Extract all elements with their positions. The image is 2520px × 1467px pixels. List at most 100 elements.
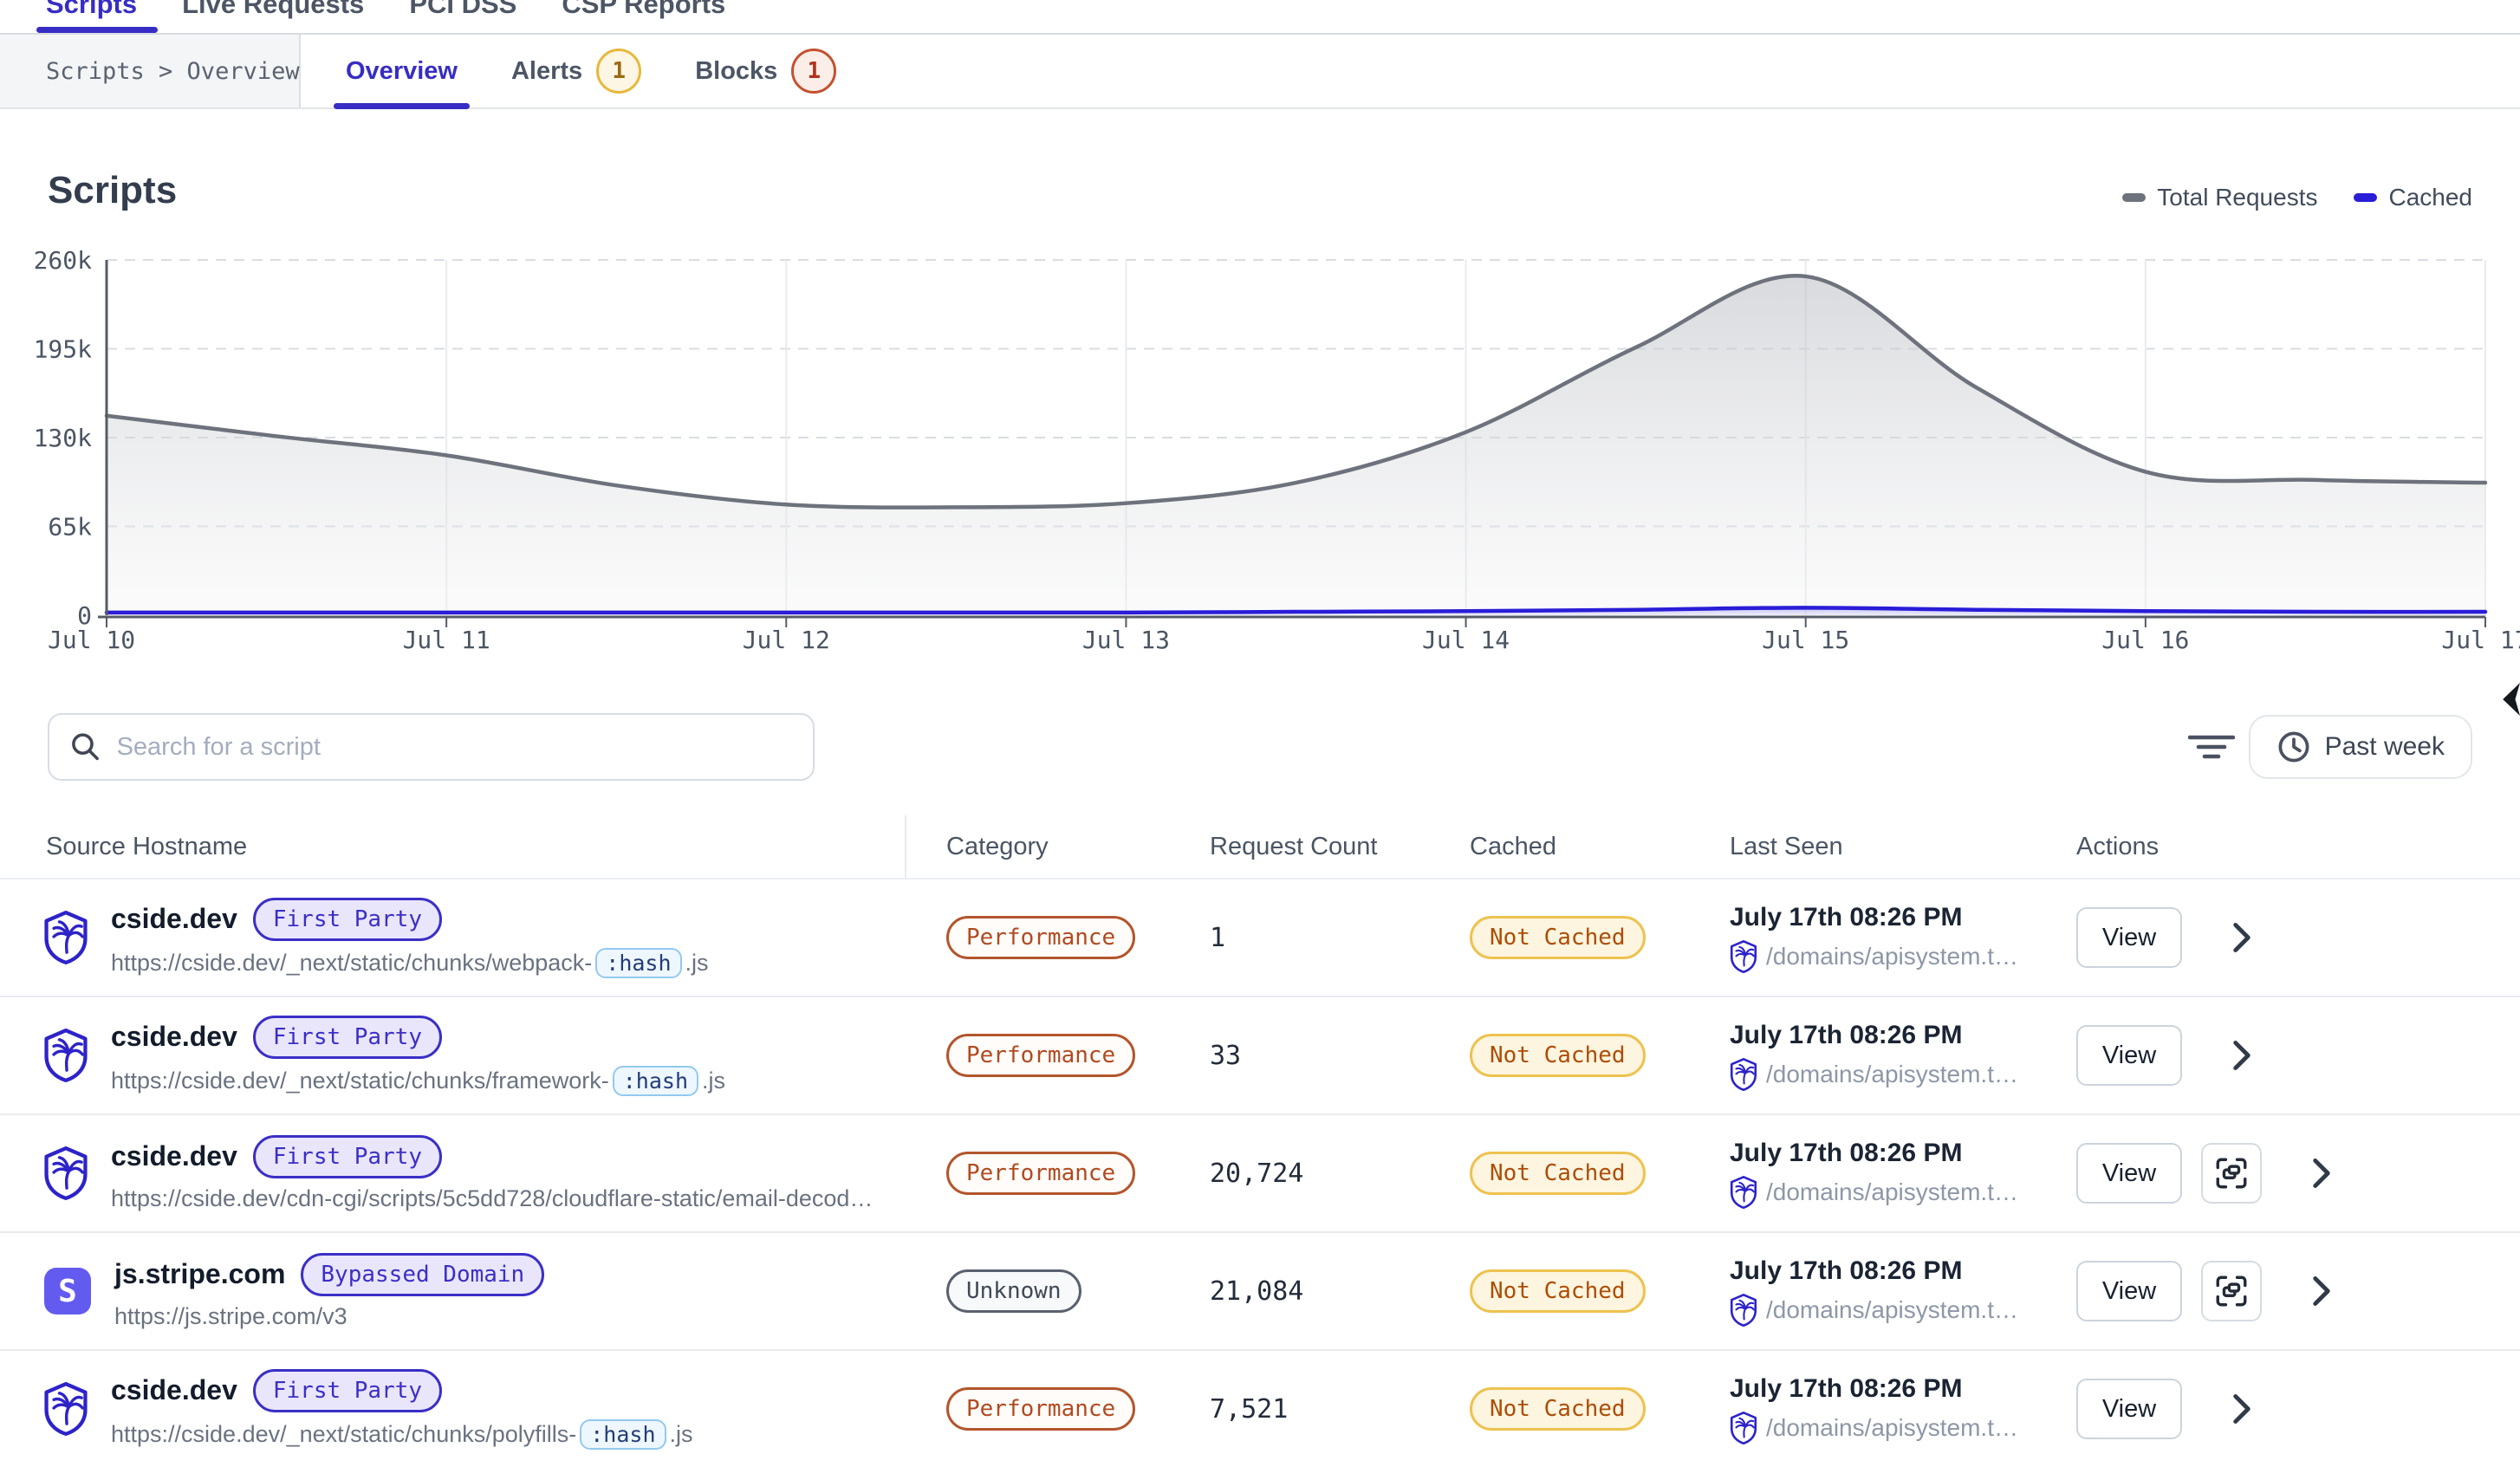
palm-shield-icon [43, 911, 88, 964]
hash-chip: :hash [595, 948, 681, 978]
hash-chip: :hash [613, 1066, 698, 1096]
last-seen-time: July 17th 08:26 PM [1730, 1139, 1962, 1168]
row-expand-chevron[interactable] [2232, 1394, 2251, 1424]
legend-cached[interactable]: Cached [2354, 184, 2472, 211]
blocks-count-badge: 1 [791, 49, 836, 94]
hostname: js.stripe.com [114, 1258, 285, 1290]
svg-text:Jul 13: Jul 13 [1082, 626, 1170, 654]
table-row[interactable]: S js.stripe.com Bypassed Domain https://… [0, 1233, 2520, 1351]
last-seen-path[interactable]: /domains/apisystem.t… [1766, 1061, 2018, 1088]
svg-text:65k: 65k [48, 513, 92, 542]
breadcrumb[interactable]: Scripts > Overview [46, 58, 300, 85]
last-seen-path[interactable]: /domains/apisystem.t… [1766, 1414, 2018, 1442]
last-seen-path[interactable]: /domains/apisystem.t… [1766, 943, 2018, 970]
col-cached: Cached [1430, 815, 1690, 878]
palm-shield-icon [43, 1029, 88, 1082]
cached-swatch [2354, 193, 2377, 202]
palm-shield-icon [1730, 1294, 1757, 1327]
palm-shield-icon [1730, 1412, 1757, 1444]
request-count: 20,724 [1210, 1159, 1303, 1189]
mouse-cursor [2501, 683, 2520, 716]
sub-nav: Scripts > Overview Overview Alerts 1 Blo… [0, 35, 2520, 109]
script-url: https://cside.dev/_next/static/chunks/po… [111, 1419, 693, 1450]
host-type-badge: First Party [253, 898, 442, 941]
category-cell: Performance [906, 1351, 1170, 1467]
actions-cell: View [2036, 1233, 2520, 1349]
nav-item-pci-dss[interactable]: PCI DSS [409, 0, 516, 20]
svg-text:Jul 17: Jul 17 [2441, 626, 2520, 654]
view-button[interactable]: View [2076, 907, 2182, 968]
script-search-box [48, 713, 815, 781]
category-badge: Performance [946, 1034, 1135, 1077]
last-seen-cell: July 17th 08:26 PM /domains/apisystem.t… [1690, 997, 2036, 1113]
category-cell: Performance [906, 997, 1170, 1113]
table-row[interactable]: S cside.dev First Party https://cside.de… [0, 880, 2520, 997]
tab-overview[interactable]: Overview [334, 35, 470, 107]
view-button[interactable]: View [2076, 1379, 2182, 1439]
total-requests-swatch [2122, 193, 2146, 202]
time-range-button[interactable]: Past week [2249, 715, 2472, 779]
last-seen-path[interactable]: /domains/apisystem.t… [1766, 1178, 2018, 1206]
cached-cell: Not Cached [1430, 1115, 1690, 1231]
scripts-table-body: S cside.dev First Party https://cside.de… [0, 880, 2520, 1467]
actions-cell: View [2036, 997, 2520, 1113]
scan-button[interactable] [2201, 1261, 2262, 1321]
hostname: cside.dev [111, 1374, 237, 1406]
cached-cell: Not Cached [1430, 997, 1690, 1113]
filter-button[interactable] [2185, 720, 2238, 774]
tab-blocks[interactable]: Blocks 1 [683, 35, 848, 107]
view-button[interactable]: View [2076, 1143, 2182, 1204]
last-seen-cell: July 17th 08:26 PM /domains/apisystem.t… [1690, 1233, 2036, 1349]
actions-cell: View [2036, 880, 2520, 996]
view-button[interactable]: View [2076, 1261, 2182, 1321]
hostname: cside.dev [111, 903, 237, 935]
requests-chart: 065k130k195k260kJul 10Jul 11Jul 12Jul 13… [0, 217, 2520, 663]
category-badge: Performance [946, 1387, 1135, 1431]
source-hostname-cell: S cside.dev First Party https://cside.de… [0, 880, 906, 996]
col-category: Category [906, 815, 1170, 878]
request-count-cell: 21,084 [1170, 1233, 1430, 1349]
col-request-count: Request Count [1170, 815, 1430, 878]
cached-badge: Not Cached [1470, 1152, 1646, 1195]
request-count-cell: 1 [1170, 880, 1430, 996]
search-input[interactable] [117, 733, 792, 762]
row-expand-chevron[interactable] [2232, 1041, 2251, 1070]
nav-item-scripts[interactable]: Scripts [46, 0, 137, 20]
actions-cell: View [2036, 1115, 2520, 1231]
tab-alerts[interactable]: Alerts 1 [499, 35, 653, 107]
scan-button[interactable] [2201, 1143, 2262, 1204]
nav-item-csp-reports[interactable]: CSP Reports [562, 0, 725, 20]
chart-legend: Total Requests Cached [2122, 184, 2472, 213]
request-count: 1 [1210, 923, 1225, 953]
time-range-label: Past week [2325, 732, 2445, 762]
scan-icon [2213, 1155, 2250, 1191]
source-hostname-cell: S cside.dev First Party https://cside.de… [0, 1115, 906, 1231]
row-expand-chevron[interactable] [2312, 1276, 2331, 1306]
cached-badge: Not Cached [1470, 1269, 1646, 1313]
nav-item-live-requests[interactable]: Live Requests [182, 0, 364, 20]
hash-chip: :hash [580, 1419, 666, 1450]
last-seen-cell: July 17th 08:26 PM /domains/apisystem.t… [1690, 1115, 2036, 1231]
row-expand-chevron[interactable] [2312, 1159, 2331, 1188]
palm-shield-icon [1730, 940, 1757, 973]
table-row[interactable]: S cside.dev First Party https://cside.de… [0, 1115, 2520, 1233]
svg-text:195k: 195k [34, 335, 93, 364]
table-row[interactable]: S cside.dev First Party https://cside.de… [0, 1351, 2520, 1467]
view-button[interactable]: View [2076, 1025, 2182, 1086]
table-header: Source Hostname Category Request Count C… [0, 815, 2520, 880]
request-count: 33 [1210, 1041, 1241, 1071]
table-row[interactable]: S cside.dev First Party https://cside.de… [0, 997, 2520, 1115]
svg-text:Jul 15: Jul 15 [1762, 626, 1849, 654]
source-hostname-cell: S cside.dev First Party https://cside.de… [0, 1351, 906, 1467]
last-seen-time: July 17th 08:26 PM [1730, 903, 1962, 932]
source-hostname-cell: S cside.dev First Party https://cside.de… [0, 997, 906, 1113]
row-expand-chevron[interactable] [2232, 923, 2251, 952]
active-nav-underline [36, 27, 158, 33]
request-count: 7,521 [1210, 1394, 1288, 1425]
source-hostname-cell: S js.stripe.com Bypassed Domain https://… [0, 1233, 906, 1349]
request-count-cell: 7,521 [1170, 1351, 1430, 1467]
legend-total-requests[interactable]: Total Requests [2122, 184, 2317, 211]
cached-badge: Not Cached [1470, 1034, 1646, 1077]
last-seen-path[interactable]: /domains/apisystem.t… [1766, 1296, 2018, 1324]
cached-cell: Not Cached [1430, 880, 1690, 996]
